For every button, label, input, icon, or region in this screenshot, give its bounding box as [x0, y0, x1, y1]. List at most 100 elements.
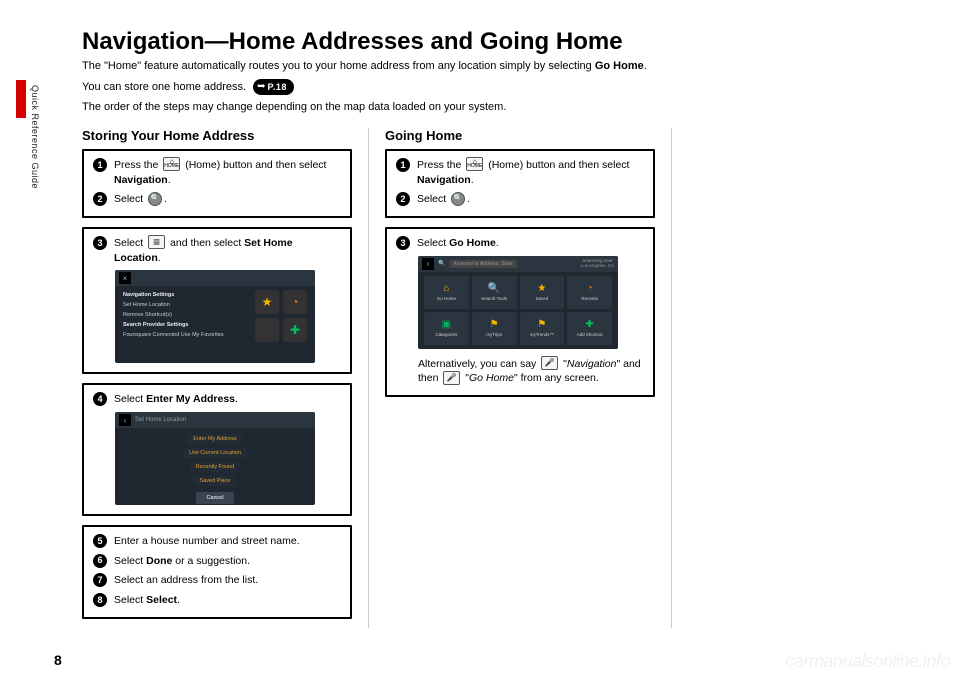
gh-step-3: 3 Select Go Home. — [396, 236, 644, 251]
intro-line-2: You can store one home address. ➥P.18 — [82, 79, 902, 96]
grid-clock-icon: ◔ — [283, 290, 307, 314]
step-8: 8 Select Select. — [93, 593, 341, 608]
step-1: 1 Press the HOME (Home) button and then … — [93, 158, 341, 187]
step-5-text: Enter a house number and street name. — [114, 534, 300, 549]
cell-saved: ★Saved — [520, 276, 565, 309]
intro-line-1-text: The "Home" feature automatically routes … — [82, 60, 595, 72]
intro-block: The "Home" feature automatically routes … — [82, 59, 902, 116]
screenshot-icon-grid-3: ⌂Go Home 🔍Search Tools ★Saved ◔Recents ▣… — [418, 272, 618, 349]
step-bullet-4: 4 — [93, 392, 107, 406]
intro-line-1-bold: Go Home — [595, 60, 644, 72]
voice-nav-word: Navigation — [567, 358, 617, 370]
step-bullet-2: 2 — [93, 192, 107, 206]
box-steps-5-8: 5 Enter a house number and street name. … — [82, 525, 352, 619]
step-8-text: Select Select. — [114, 593, 180, 608]
opt-saved: Saved Place — [194, 476, 237, 486]
grid-star-icon: ★ — [255, 290, 279, 314]
column-separator — [368, 128, 369, 628]
intro-line-3: The order of the steps may change depend… — [82, 100, 902, 116]
side-section-label: Quick Reference Guide — [30, 85, 40, 189]
voice-go-home-word: Go Home — [469, 372, 514, 384]
searching-near-place: Los Angeles, CA — [581, 263, 614, 268]
cell-mytrends: ⚑myTrends™ — [520, 312, 565, 345]
screenshot-title: Set Home Location — [135, 417, 186, 423]
screenshot-options: Enter My Address Use Current Location Re… — [115, 428, 315, 505]
page-ref-arrow-icon: ➥ — [257, 80, 265, 95]
cell-go-home: ⌂Go Home — [424, 276, 469, 309]
gh-step-1: 1 Press the HOME (Home) button and then … — [396, 158, 644, 187]
column-storing: Storing Your Home Address 1 Press the HO… — [82, 128, 352, 628]
column-going-home: Going Home 1 Press the HOME (Home) butto… — [385, 128, 655, 628]
cell-recents: ◔Recents — [567, 276, 612, 309]
step-bullet-3: 3 — [93, 236, 107, 250]
opt-enter-address: Enter My Address — [187, 434, 242, 444]
side-color-tab — [16, 80, 26, 118]
screenshot-topbar-2: ‹ Set Home Location — [115, 412, 315, 428]
page-content: Navigation—Home Addresses and Going Home… — [82, 28, 902, 628]
gh-step-3-text: Select Go Home. — [417, 236, 499, 251]
home-button-icon: HOME — [466, 157, 483, 171]
menu-bars-icon — [148, 235, 165, 249]
screenshot-set-home: ‹ Set Home Location Enter My Address Use… — [115, 412, 315, 505]
columns: Storing Your Home Address 1 Press the HO… — [82, 128, 902, 628]
intro-line-2-text: You can store one home address. — [82, 81, 246, 93]
step-6: 6 Select Done or a suggestion. — [93, 554, 341, 569]
step-bullet-1: 1 — [93, 158, 107, 172]
box-step-4: 4 Select Enter My Address. ‹ Set Home Lo… — [82, 383, 352, 516]
step-4: 4 Select Enter My Address. — [93, 392, 341, 407]
opt-recent: Recently Found — [190, 462, 241, 472]
intro-line-1: The "Home" feature automatically routes … — [82, 59, 902, 75]
screenshot-icon-grid: ★ ◔ ✚ — [255, 290, 307, 342]
gh-step-2: 2 Select . — [396, 192, 644, 207]
screenshot-where-to: ‹ 🔍 Keyword or Address, State Searching … — [418, 256, 618, 349]
step-bullet-5: 5 — [93, 534, 107, 548]
intro-line-1-post: . — [644, 60, 647, 72]
step-7-text: Select an address from the list. — [114, 573, 258, 588]
watermark: carmanualsonline.info — [785, 651, 950, 672]
gh-step-bullet-3: 3 — [396, 236, 410, 250]
screenshot-topbar-3: ‹ 🔍 Keyword or Address, State Searching … — [418, 256, 618, 272]
column-separator-2 — [671, 128, 672, 628]
search-icon — [148, 192, 162, 206]
step-2: 2 Select . — [93, 192, 341, 207]
step-3: 3 Select and then select Set Home Locati… — [93, 236, 341, 265]
voice-command-icon — [541, 356, 558, 370]
close-icon: × — [119, 272, 131, 284]
page-ref-label: P.18 — [268, 81, 287, 94]
box-step-3: 3 Select and then select Set Home Locati… — [82, 227, 352, 374]
box-gh-steps-1-2: 1 Press the HOME (Home) button and then … — [385, 149, 655, 218]
search-icon — [451, 192, 465, 206]
gh-step-1-text: Press the HOME (Home) button and then se… — [417, 158, 644, 187]
step-3-text: Select and then select Set Home Location… — [114, 236, 341, 265]
step-2-text: Select . — [114, 192, 167, 207]
cell-add-shortcut: ✚Add Shortcut — [567, 312, 612, 345]
heading-going-home: Going Home — [385, 128, 655, 143]
opt-current-location: Use Current Location — [183, 448, 247, 458]
gh-step-bullet-1: 1 — [396, 158, 410, 172]
step-7: 7 Select an address from the list. — [93, 573, 341, 588]
grid-blank-icon — [255, 318, 279, 342]
step-4-text: Select Enter My Address. — [114, 392, 238, 407]
page-title: Navigation—Home Addresses and Going Home — [82, 28, 902, 56]
box-gh-step-3: 3 Select Go Home. ‹ 🔍 Keyword or Address… — [385, 227, 655, 397]
step-bullet-6: 6 — [93, 554, 107, 568]
grid-plus-icon: ✚ — [283, 318, 307, 342]
cell-mytrips: ⚑myTrips — [472, 312, 517, 345]
cancel-button: Cancel — [196, 492, 233, 504]
page-number: 8 — [54, 652, 62, 668]
step-6-text: Select Done or a suggestion. — [114, 554, 250, 569]
page-ref-badge: ➥P.18 — [253, 79, 294, 96]
search-placeholder: Keyword or Address, State — [449, 260, 516, 268]
back-icon: ‹ — [119, 414, 131, 426]
step-bullet-8: 8 — [93, 593, 107, 607]
cell-search-tools: 🔍Search Tools — [472, 276, 517, 309]
step-1-text: Press the HOME (Home) button and then se… — [114, 158, 341, 187]
voice-note: Alternatively, you can say "Navigation" … — [418, 357, 644, 386]
voice-command-icon — [443, 371, 460, 385]
screenshot-settings-menu: × Navigation Settings Set Home Location … — [115, 270, 315, 363]
step-5: 5 Enter a house number and street name. — [93, 534, 341, 549]
back-icon: ‹ — [422, 258, 434, 270]
gh-step-bullet-2: 2 — [396, 192, 410, 206]
screenshot-topbar: × — [115, 270, 315, 286]
box-steps-1-2: 1 Press the HOME (Home) button and then … — [82, 149, 352, 218]
